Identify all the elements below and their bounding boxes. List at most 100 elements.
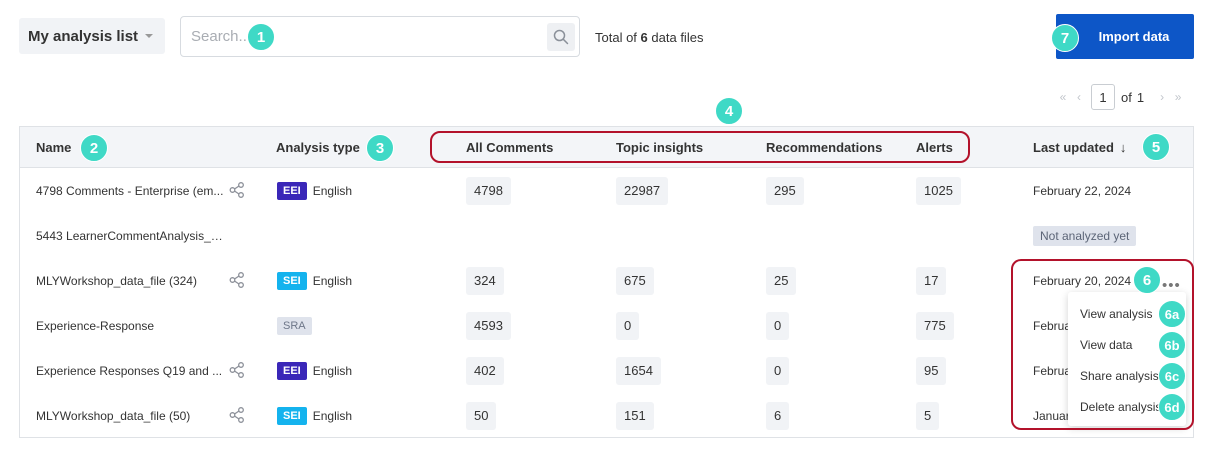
topic-insights-value: 675 <box>616 266 654 295</box>
search-button[interactable] <box>547 23 575 51</box>
row-recommendations: 295 <box>766 168 804 213</box>
analysis-list-label: My analysis list <box>28 27 139 45</box>
row-name-text: MLYWorkshop_data_file (324) <box>36 273 197 288</box>
pagination: « ‹ 1 of 1 › » <box>1055 84 1186 110</box>
row-recommendations: 0 <box>766 348 790 393</box>
row-language: English <box>312 408 353 423</box>
row-topic-insights: 22987 <box>616 168 669 213</box>
row-name[interactable]: MLYWorkshop_data_file (324) <box>36 258 231 303</box>
header-last-updated[interactable]: Last updated ↓ <box>1033 140 1126 155</box>
row-name-text: 5443 LearnerCommentAnalysis_20... <box>36 228 226 243</box>
alerts-value: 17 <box>916 266 947 295</box>
callout-6d: 6d <box>1158 393 1186 421</box>
row-all-comments: 4798 <box>466 168 511 213</box>
row-all-comments: 50 <box>466 393 497 438</box>
row-recommendations: 6 <box>766 393 790 438</box>
callout-5: 5 <box>1142 133 1170 161</box>
callout-3: 3 <box>366 134 394 162</box>
row-name[interactable]: Experience Responses Q19 and ... <box>36 348 231 393</box>
type-badge: SEI <box>277 271 307 290</box>
share-icon[interactable] <box>228 271 246 289</box>
row-all-comments: 324 <box>466 258 504 303</box>
row-name[interactable]: 4798 Comments - Enterprise (em... <box>36 168 231 213</box>
total-files-text: Total of 6 data files <box>595 30 703 45</box>
row-name-text: MLYWorkshop_data_file (50) <box>36 408 191 423</box>
callout-6a: 6a <box>1158 300 1186 328</box>
row-alerts: 95 <box>916 348 947 393</box>
page-number-input[interactable]: 1 <box>1091 84 1115 110</box>
recommendations-value: 295 <box>766 176 804 205</box>
type-badge: EEI <box>277 361 307 380</box>
chevron-down-icon <box>145 34 153 38</box>
analysis-list-select[interactable]: My analysis list <box>19 18 165 54</box>
row-analysis-type: EEI English <box>277 348 352 393</box>
type-badge: SRA <box>277 316 312 335</box>
all-comments-value: 402 <box>466 356 504 385</box>
share-icon[interactable] <box>228 181 246 199</box>
last-page-icon[interactable]: » <box>1170 90 1186 104</box>
topic-insights-value: 151 <box>616 401 654 430</box>
type-badge: SEI <box>277 406 307 425</box>
total-prefix: Total of <box>595 30 637 45</box>
row-topic-insights: 0 <box>616 303 640 348</box>
table-row[interactable]: 5443 LearnerCommentAnalysis_20... Not an… <box>20 213 1193 258</box>
recommendations-value: 6 <box>766 401 790 430</box>
topic-insights-value: 0 <box>616 311 640 340</box>
highlight-metrics-columns <box>430 131 970 163</box>
row-topic-insights: 675 <box>616 258 654 303</box>
search-input[interactable] <box>191 28 521 45</box>
search-icon <box>553 29 569 45</box>
search-box <box>180 16 580 57</box>
alerts-value: 775 <box>916 311 954 340</box>
row-alerts: 1025 <box>916 168 961 213</box>
row-topic-insights: 1654 <box>616 348 661 393</box>
topic-insights-value: 22987 <box>616 176 669 205</box>
row-recommendations: 25 <box>766 258 797 303</box>
row-analysis-type: SEI English <box>277 393 352 438</box>
row-name[interactable]: Experience-Response <box>36 303 231 348</box>
row-language: English <box>312 183 353 198</box>
row-analysis-type: SEI English <box>277 258 352 303</box>
topic-insights-value: 1654 <box>616 356 661 385</box>
callout-6c: 6c <box>1158 362 1186 390</box>
callout-6: 6 <box>1133 266 1161 294</box>
row-name[interactable]: 5443 LearnerCommentAnalysis_20... <box>36 213 231 258</box>
row-name[interactable]: MLYWorkshop_data_file (50) <box>36 393 231 438</box>
row-last-updated: February 22, 2024 <box>1033 183 1132 198</box>
type-badge: EEI <box>277 181 307 200</box>
row-analysis-type: SRA <box>277 303 318 348</box>
all-comments-value: 50 <box>466 401 497 430</box>
recommendations-value: 25 <box>766 266 797 295</box>
row-recommendations: 0 <box>766 303 790 348</box>
row-analysis-type: EEI English <box>277 168 352 213</box>
table-row[interactable]: 4798 Comments - Enterprise (em... EEI Eng… <box>20 168 1193 213</box>
all-comments-value: 4593 <box>466 311 511 340</box>
callout-2: 2 <box>80 134 108 162</box>
row-all-comments: 402 <box>466 348 504 393</box>
prev-page-icon[interactable]: ‹ <box>1071 90 1087 104</box>
row-alerts: 17 <box>916 258 947 303</box>
row-name-text: Experience-Response <box>36 318 155 333</box>
recommendations-value: 0 <box>766 356 790 385</box>
first-page-icon[interactable]: « <box>1055 90 1071 104</box>
header-name[interactable]: Name <box>36 140 71 155</box>
all-comments-value: 324 <box>466 266 504 295</box>
row-topic-insights: 151 <box>616 393 654 438</box>
share-icon[interactable] <box>228 361 246 379</box>
next-page-icon[interactable]: › <box>1154 90 1170 104</box>
row-alerts: 5 <box>916 393 940 438</box>
alerts-value: 5 <box>916 401 940 430</box>
total-suffix: data files <box>651 30 704 45</box>
row-name-text: Experience Responses Q19 and ... <box>36 363 223 378</box>
header-analysis-type[interactable]: Analysis type <box>276 140 360 155</box>
callout-4: 4 <box>715 97 743 125</box>
all-comments-value: 4798 <box>466 176 511 205</box>
pager-of-label: of <box>1121 89 1132 105</box>
alerts-value: 1025 <box>916 176 961 205</box>
share-icon[interactable] <box>228 406 246 424</box>
row-alerts: 775 <box>916 303 954 348</box>
row-last-updated: Not analyzed yet <box>1033 213 1137 258</box>
total-count: 6 <box>640 30 648 45</box>
recommendations-value: 0 <box>766 311 790 340</box>
sort-desc-icon: ↓ <box>1119 140 1127 155</box>
